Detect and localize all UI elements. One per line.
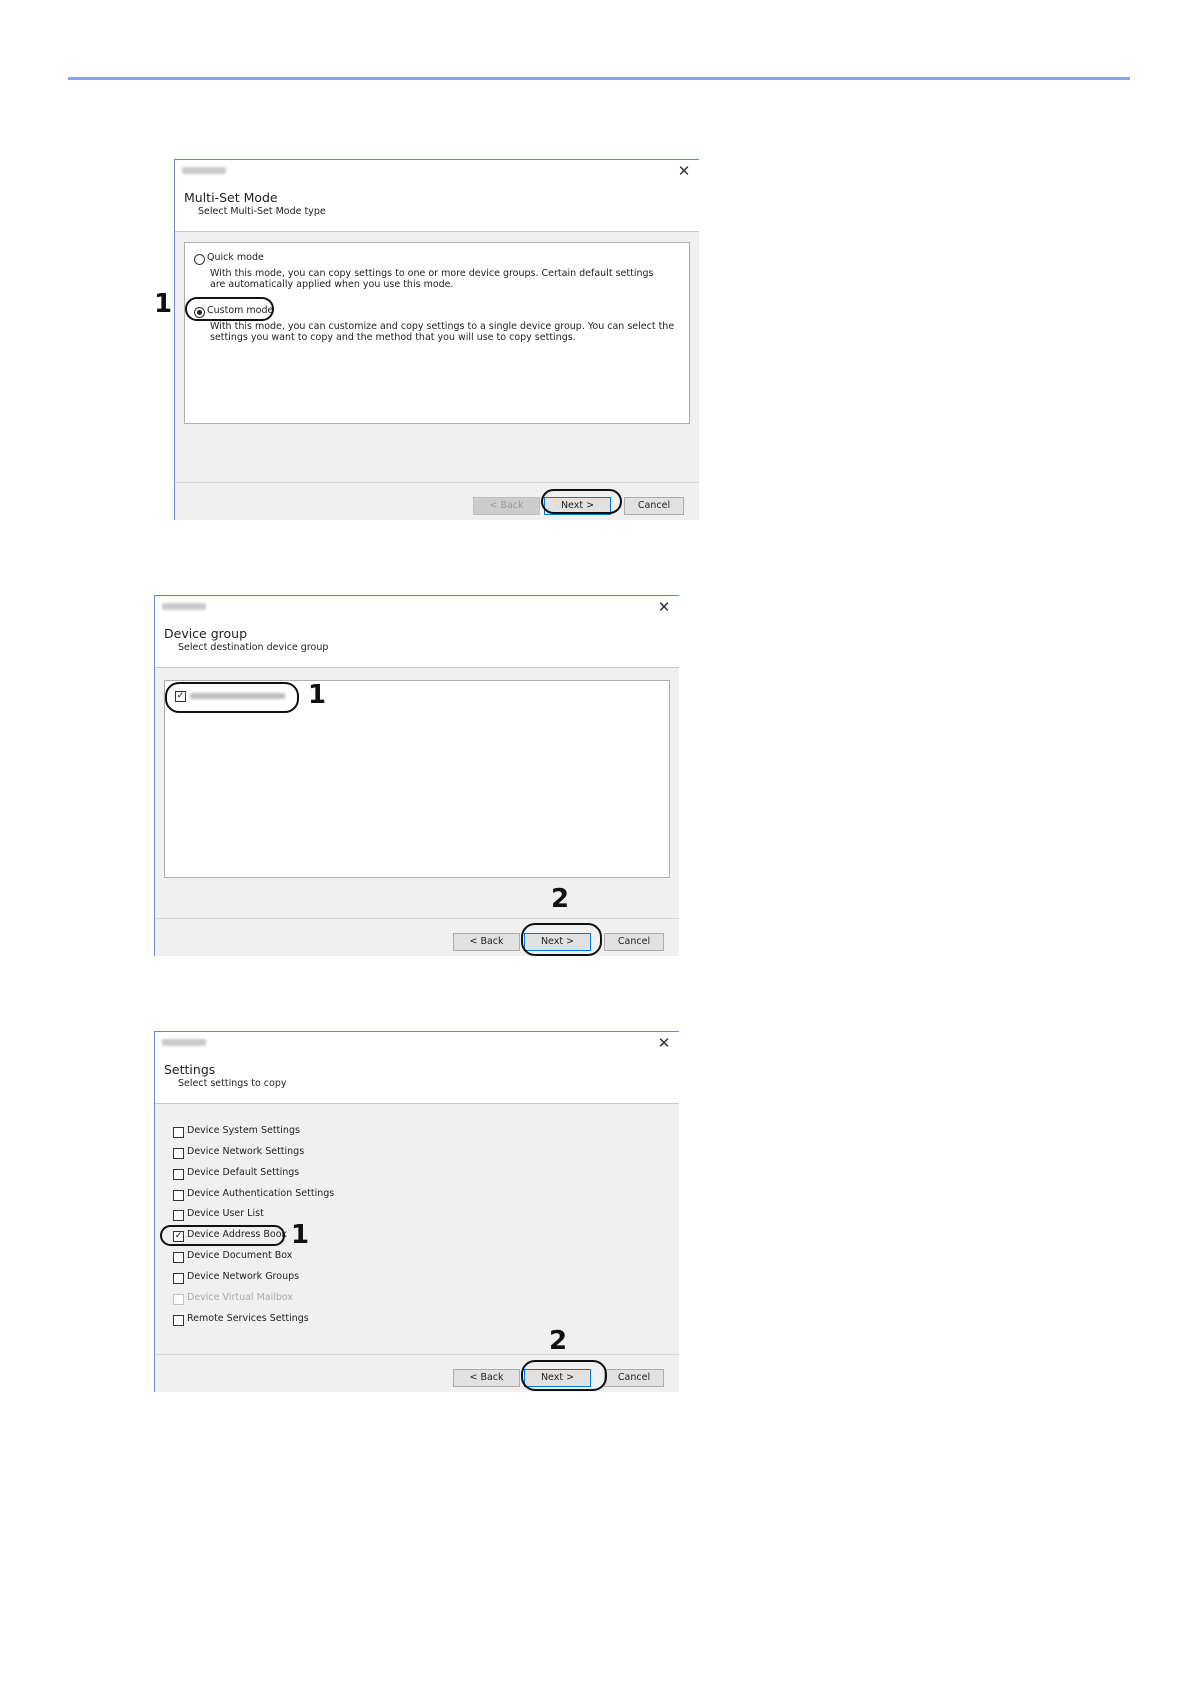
close-icon[interactable]: ✕ xyxy=(675,161,693,181)
step-marker-1: 1 xyxy=(308,680,327,710)
multi-set-mode-dialog: ✕ Multi-Set Mode Select Multi-Set Mode t… xyxy=(174,159,699,520)
callout-custom-mode xyxy=(185,297,274,321)
dialog-body: Quick mode With this mode, you can copy … xyxy=(175,232,699,520)
callout-device-group xyxy=(165,682,299,713)
page-title: Device group xyxy=(164,626,248,641)
cancel-button[interactable]: Cancel xyxy=(624,497,684,515)
quick-mode-label[interactable]: Quick mode xyxy=(207,252,264,263)
setting-checkbox-remote-services[interactable] xyxy=(173,1315,184,1326)
setting-checkbox-document-box[interactable] xyxy=(173,1252,184,1263)
setting-checkbox-network[interactable] xyxy=(173,1148,184,1159)
footer-separator xyxy=(175,482,699,483)
title-bar: ✕ xyxy=(155,1032,679,1056)
footer-separator xyxy=(155,1354,679,1355)
close-icon[interactable]: ✕ xyxy=(655,597,673,617)
back-button[interactable]: < Back xyxy=(453,933,520,951)
title-bar: ✕ xyxy=(175,160,699,184)
setting-checkbox-system[interactable] xyxy=(173,1127,184,1138)
setting-label-user-list[interactable]: Device User List xyxy=(187,1208,264,1219)
setting-label-system[interactable]: Device System Settings xyxy=(187,1125,300,1136)
header-rule xyxy=(68,77,1130,80)
cancel-button[interactable]: Cancel xyxy=(604,933,664,951)
custom-mode-description: With this mode, you can customize and co… xyxy=(210,321,675,343)
step-marker-1: 1 xyxy=(154,289,173,319)
setting-checkbox-user-list[interactable] xyxy=(173,1210,184,1221)
callout-next-button xyxy=(541,489,622,514)
setting-checkbox-virtual-mailbox xyxy=(173,1294,184,1305)
page-subtitle: Select Multi-Set Mode type xyxy=(198,206,326,217)
setting-label-virtual-mailbox: Device Virtual Mailbox xyxy=(187,1292,294,1303)
page-title: Multi-Set Mode xyxy=(184,190,278,205)
setting-label-network[interactable]: Device Network Settings xyxy=(187,1146,304,1157)
callout-address-book xyxy=(160,1225,285,1246)
footer-separator xyxy=(155,918,679,919)
device-group-dialog: ✕ Device group Select destination device… xyxy=(154,595,679,956)
setting-label-default[interactable]: Device Default Settings xyxy=(187,1167,299,1178)
callout-next-button xyxy=(521,923,602,956)
callout-next-button xyxy=(521,1360,607,1391)
setting-label-authentication[interactable]: Device Authentication Settings xyxy=(187,1188,334,1199)
window-title-blurred xyxy=(162,603,206,610)
setting-label-document-box[interactable]: Device Document Box xyxy=(187,1250,292,1261)
step-marker-1: 1 xyxy=(291,1220,310,1250)
dialog-body: Device System Settings Device Network Se… xyxy=(155,1104,679,1392)
window-title-blurred xyxy=(182,167,226,174)
step-marker-2: 2 xyxy=(551,884,570,914)
quick-mode-description: With this mode, you can copy settings to… xyxy=(210,268,654,290)
quick-mode-radio[interactable] xyxy=(194,254,205,265)
back-button[interactable]: < Back xyxy=(453,1369,520,1387)
back-button[interactable]: < Back xyxy=(473,497,540,515)
page-subtitle: Select settings to copy xyxy=(178,1078,287,1089)
mode-options-panel: Quick mode With this mode, you can copy … xyxy=(184,242,690,424)
setting-checkbox-default[interactable] xyxy=(173,1169,184,1180)
setting-checkbox-authentication[interactable] xyxy=(173,1190,184,1201)
setting-checkbox-network-groups[interactable] xyxy=(173,1273,184,1284)
close-icon[interactable]: ✕ xyxy=(655,1033,673,1053)
cancel-button[interactable]: Cancel xyxy=(604,1369,664,1387)
setting-label-network-groups[interactable]: Device Network Groups xyxy=(187,1271,299,1282)
window-title-blurred xyxy=(162,1039,206,1046)
setting-label-remote-services[interactable]: Remote Services Settings xyxy=(187,1313,309,1324)
step-marker-2: 2 xyxy=(549,1326,568,1356)
settings-dialog: ✕ Settings Select settings to copy Devic… xyxy=(154,1031,679,1392)
page-title: Settings xyxy=(164,1062,216,1077)
title-bar: ✕ xyxy=(155,596,679,620)
page-subtitle: Select destination device group xyxy=(178,642,329,653)
